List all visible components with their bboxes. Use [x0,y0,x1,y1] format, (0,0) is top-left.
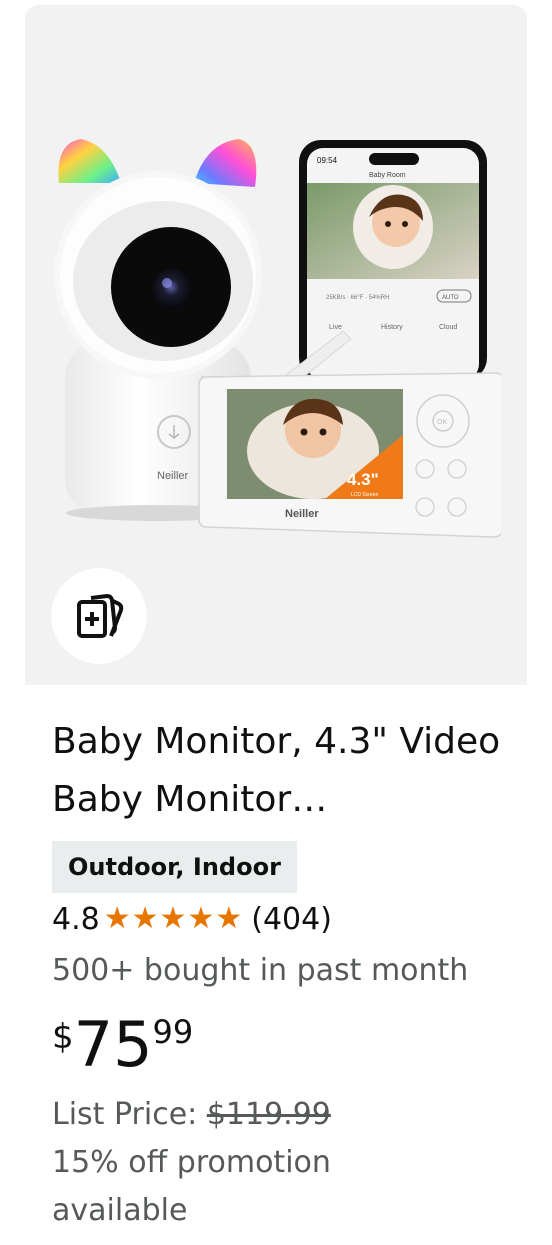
phone-auto: AUTO [442,295,459,301]
list-price-label: List Price: [52,1097,207,1132]
monitor-ok: OK [437,419,447,426]
product-image-area[interactable]: 09:54 Baby Room 25KB/s · 66°F · 54%RH AU… [25,5,527,685]
phone-time: 09:54 [317,156,338,165]
price: $ 75 99 [52,1007,522,1091]
compare-button[interactable] [51,568,147,664]
rating-stars: ★ ★ ★ ★ ★ [104,904,244,934]
product-info: Baby Monitor, 4.3" Video Baby Monitor… O… [52,713,522,1235]
list-price-value: $119.99 [206,1097,331,1132]
product-image[interactable]: 09:54 Baby Room 25KB/s · 66°F · 54%RH AU… [51,125,501,555]
rating-row[interactable]: 4.8 ★ ★ ★ ★ ★ (404) [52,895,522,943]
rating-value: 4.8 [52,901,100,937]
price-fraction: 99 [152,1013,194,1051]
monitor-brand: Neiller [285,508,319,520]
list-price: List Price: $119.99 [52,1091,522,1139]
star-icon: ★ [103,901,131,936]
promotion-text: 15% off promotion available [52,1145,331,1228]
monitor-image: 4.3" LCD Screen Neiller OK [198,372,501,538]
screen-size-label: 4.3" [347,470,379,489]
bought-count: 500+ bought in past month [52,953,469,988]
star-icon: ★ [159,901,187,936]
star-icon: ★ [215,901,243,936]
screen-size-sub: LCD Screen [351,492,378,498]
review-count[interactable]: (404) [251,902,332,937]
phone-tab-live: Live [329,324,342,331]
phone-tab-history: History [381,324,403,331]
location-badge: Outdoor, Indoor [52,841,297,893]
star-icon: ★ [187,901,215,936]
price-whole: 75 [73,1008,153,1081]
compare-cards-icon [77,593,124,638]
phone-tab-cloud: Cloud [439,324,457,331]
camera-brand: Neiller [157,470,189,482]
svg-text:25KB/s · 66°F · 54%RH: 25KB/s · 66°F · 54%RH [326,295,389,301]
star-icon: ★ [131,901,159,936]
price-symbol: $ [52,1017,74,1057]
phone-title: Baby Room [369,172,406,179]
product-card[interactable]: 09:54 Baby Room 25KB/s · 66°F · 54%RH AU… [25,5,527,1245]
product-title[interactable]: Baby Monitor, 4.3" Video Baby Monitor… [52,713,517,829]
